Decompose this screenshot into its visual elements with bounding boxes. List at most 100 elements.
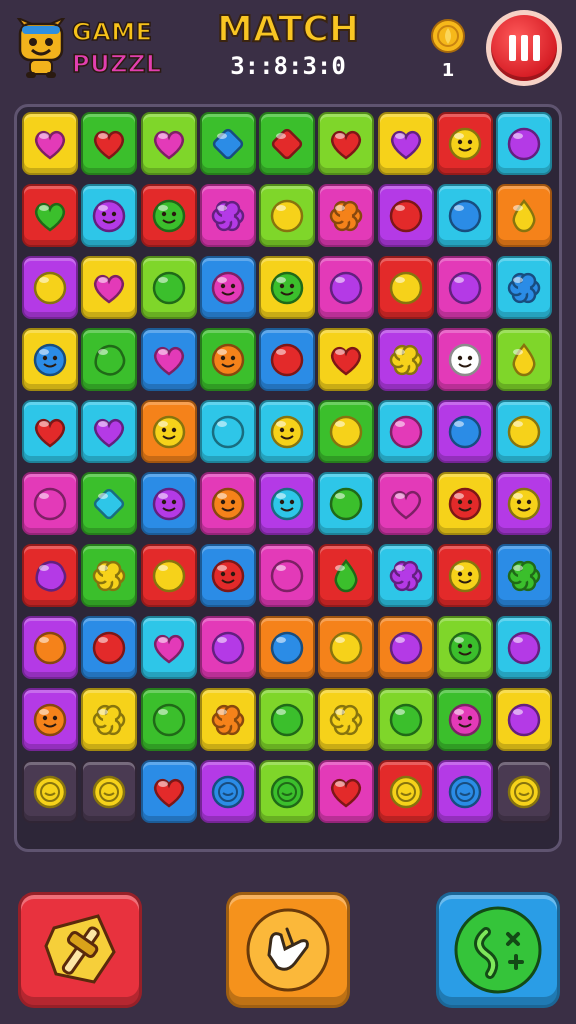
tile-r1-c8[interactable] bbox=[437, 112, 494, 175]
tile-r6-c3[interactable] bbox=[140, 472, 197, 535]
tile-r2-c9[interactable] bbox=[496, 184, 553, 247]
tile-r9-c4[interactable] bbox=[199, 688, 256, 751]
tile-r1-c4[interactable] bbox=[199, 112, 256, 175]
hammer-booster-button[interactable] bbox=[18, 892, 142, 1008]
tile-r9-c9[interactable] bbox=[496, 688, 553, 751]
tile-r5-c8[interactable] bbox=[437, 400, 494, 463]
circle-candy-icon bbox=[33, 271, 67, 304]
tile-r4-c9[interactable] bbox=[496, 328, 553, 391]
tile-r10-c8[interactable] bbox=[437, 760, 494, 823]
tile-r1-c5[interactable] bbox=[259, 112, 316, 175]
tile-r9-c2[interactable] bbox=[81, 688, 138, 751]
tile-r2-c3[interactable] bbox=[140, 184, 197, 247]
tile-r3-c8[interactable] bbox=[437, 256, 494, 319]
tile-r9-c8[interactable] bbox=[437, 688, 494, 751]
tile-r6-c2[interactable] bbox=[81, 472, 138, 535]
tile-r2-c2[interactable] bbox=[81, 184, 138, 247]
glove-booster-button[interactable] bbox=[226, 892, 350, 1008]
tile-r10-c6[interactable] bbox=[318, 760, 375, 823]
tile-r2-c7[interactable] bbox=[377, 184, 434, 247]
tile-r8-c3[interactable] bbox=[140, 616, 197, 679]
tile-r1-c6[interactable] bbox=[318, 112, 375, 175]
tile-r7-c7[interactable] bbox=[377, 544, 434, 607]
tile-r3-c6[interactable] bbox=[318, 256, 375, 319]
tile-r7-c1[interactable] bbox=[22, 544, 78, 607]
tile-r8-c8[interactable] bbox=[437, 616, 494, 679]
tile-r3-c2[interactable] bbox=[81, 256, 138, 319]
tile-r6-c8[interactable] bbox=[437, 472, 494, 535]
tile-r3-c5[interactable] bbox=[259, 256, 316, 319]
tile-r5-c6[interactable] bbox=[318, 400, 375, 463]
tile-r3-c1[interactable] bbox=[22, 256, 78, 319]
tile-r4-c7[interactable] bbox=[377, 328, 434, 391]
tile-r7-c5[interactable] bbox=[259, 544, 316, 607]
tile-r10-c7[interactable] bbox=[377, 760, 434, 823]
tile-r9-c3[interactable] bbox=[140, 688, 197, 751]
tile-r10-c9[interactable] bbox=[496, 760, 553, 823]
tile-r5-c9[interactable] bbox=[496, 400, 553, 463]
tile-r8-c2[interactable] bbox=[81, 616, 138, 679]
tile-r7-c9[interactable] bbox=[496, 544, 553, 607]
tile-r1-c2[interactable] bbox=[81, 112, 138, 175]
tile-r9-c1[interactable] bbox=[22, 688, 78, 751]
face-candy-icon bbox=[508, 487, 541, 520]
tile-r8-c4[interactable] bbox=[199, 616, 256, 679]
tile-r6-c7[interactable] bbox=[377, 472, 434, 535]
tile-r1-c9[interactable] bbox=[496, 112, 553, 175]
tile-r7-c6[interactable] bbox=[318, 544, 375, 607]
tile-r5-c7[interactable] bbox=[377, 400, 434, 463]
tile-r4-c6[interactable] bbox=[318, 328, 375, 391]
tile-r1-c7[interactable] bbox=[377, 112, 434, 175]
tile-r8-c1[interactable] bbox=[22, 616, 78, 679]
tile-r4-c4[interactable] bbox=[199, 328, 256, 391]
tile-r4-c5[interactable] bbox=[259, 328, 316, 391]
tile-r1-c1[interactable] bbox=[22, 112, 78, 175]
pause-button[interactable] bbox=[486, 10, 562, 86]
tile-r6-c4[interactable] bbox=[199, 472, 256, 535]
tile-r5-c4[interactable] bbox=[199, 400, 256, 463]
tile-r7-c3[interactable] bbox=[140, 544, 197, 607]
tile-r3-c3[interactable] bbox=[140, 256, 197, 319]
tile-r2-c1[interactable] bbox=[22, 184, 78, 247]
tile-r8-c6[interactable] bbox=[318, 616, 375, 679]
tile-r9-c7[interactable] bbox=[377, 688, 434, 751]
tile-r4-c3[interactable] bbox=[140, 328, 197, 391]
heart-candy-icon bbox=[390, 130, 421, 160]
tile-r3-c7[interactable] bbox=[377, 256, 434, 319]
tile-r3-c9[interactable] bbox=[496, 256, 553, 319]
tile-r6-c5[interactable] bbox=[259, 472, 316, 535]
tile-r5-c3[interactable] bbox=[140, 400, 197, 463]
tile-r8-c7[interactable] bbox=[377, 616, 434, 679]
face-candy-icon bbox=[211, 271, 245, 304]
tile-r6-c1[interactable] bbox=[22, 472, 78, 535]
tile-r4-c1[interactable] bbox=[22, 328, 78, 391]
tile-r10-c4[interactable] bbox=[199, 760, 256, 823]
tile-r6-c6[interactable] bbox=[318, 472, 375, 535]
tile-r2-c4[interactable] bbox=[199, 184, 256, 247]
tile-r10-c3[interactable] bbox=[140, 760, 197, 823]
tile-r5-c1[interactable] bbox=[22, 400, 78, 463]
tile-r8-c9[interactable] bbox=[496, 616, 553, 679]
tile-r4-c2[interactable] bbox=[81, 328, 138, 391]
tile-r10-c1[interactable] bbox=[22, 760, 78, 823]
tile-r8-c5[interactable] bbox=[259, 616, 316, 679]
circle-candy-icon bbox=[330, 415, 363, 448]
tile-r4-c8[interactable] bbox=[437, 328, 494, 391]
tile-r7-c4[interactable] bbox=[199, 544, 256, 607]
tile-r3-c4[interactable] bbox=[199, 256, 256, 319]
shuffle-booster-button[interactable] bbox=[436, 892, 560, 1008]
tile-r9-c5[interactable] bbox=[259, 688, 316, 751]
tile-r10-c2[interactable] bbox=[81, 760, 138, 823]
tile-r1-c3[interactable] bbox=[140, 112, 197, 175]
tile-r2-c6[interactable] bbox=[318, 184, 375, 247]
tile-r9-c6[interactable] bbox=[318, 688, 375, 751]
tile-r10-c5[interactable] bbox=[259, 760, 316, 823]
tile-r5-c2[interactable] bbox=[81, 400, 138, 463]
tile-r5-c5[interactable] bbox=[259, 400, 316, 463]
tile-r2-c8[interactable] bbox=[437, 184, 494, 247]
tile-r7-c8[interactable] bbox=[437, 544, 494, 607]
tile-r6-c9[interactable] bbox=[496, 472, 553, 535]
circle-candy-icon bbox=[152, 559, 185, 592]
tile-r7-c2[interactable] bbox=[81, 544, 138, 607]
tile-r2-c5[interactable] bbox=[259, 184, 316, 247]
